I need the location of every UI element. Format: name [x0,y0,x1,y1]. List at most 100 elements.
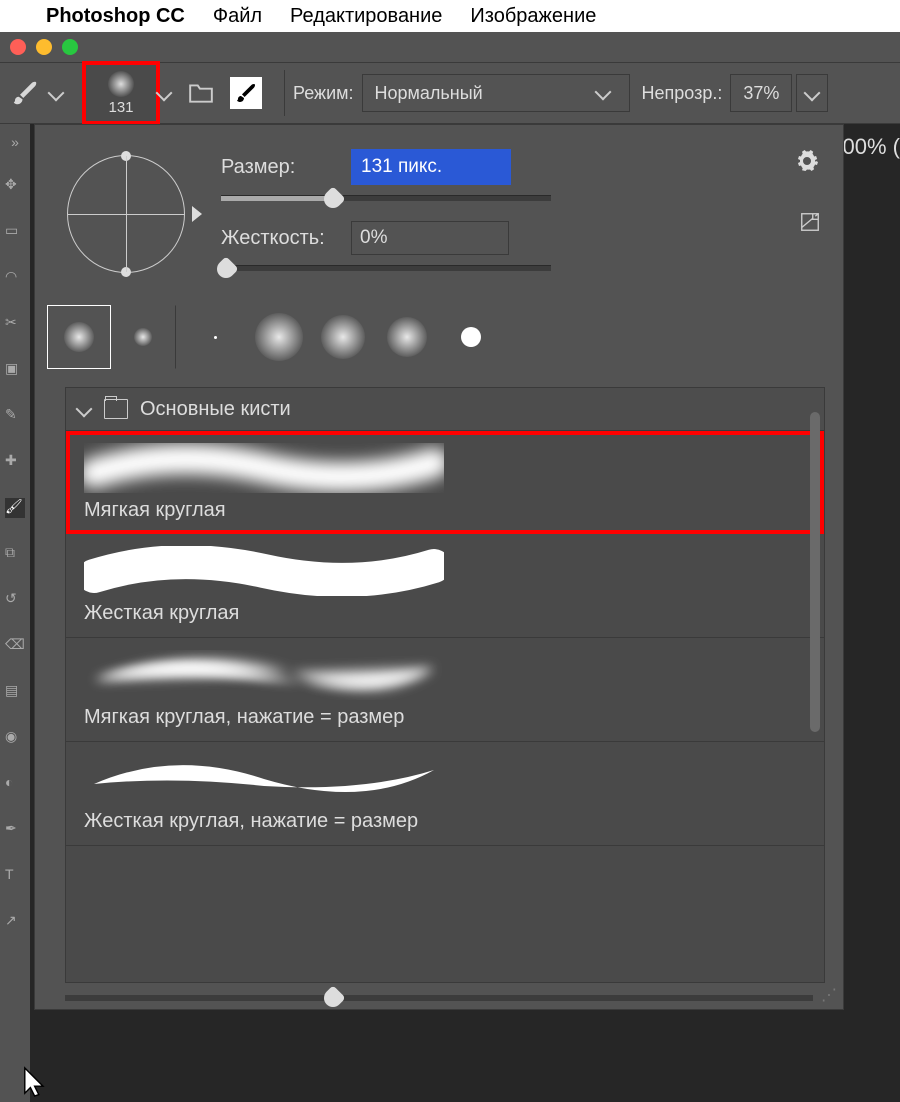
preset-label: Мягкая круглая, нажатие = размер [84,706,806,729]
toolbar-separator [284,70,285,116]
brush-tip-5[interactable] [311,305,375,369]
new-brush-button[interactable] [799,211,821,233]
opacity-dropdown[interactable] [796,74,828,112]
gear-icon [795,149,819,173]
tool-dropdown-chevron-icon[interactable] [48,85,65,102]
brush-size-label: 131 [108,99,133,116]
hardness-input[interactable]: 0% [351,221,509,255]
chevron-down-icon [804,85,821,102]
close-window-button[interactable] [10,39,26,55]
brush-tip-6[interactable] [375,305,439,369]
preset-hard-round[interactable]: Жесткая круглая [66,534,824,638]
workspace: » ✥ ▭ ◠ ✂ ▣ ✎ ✚ 🖌 ⧉ ↺ ⌫ ▤ ◉ ◐ ✒ T ↗ 00% … [0,124,900,1102]
tool-dodge[interactable]: ◐ [5,774,25,794]
brush-folder-button[interactable] [188,82,214,104]
preset-soft-pressure[interactable]: Мягкая круглая, нажатие = размер [66,638,824,742]
tool-stamp[interactable]: ⧉ [5,544,25,564]
preset-stroke-preview [84,650,806,700]
options-toolbar: 131 Режим: Нормальный Непрозр.: 37% [0,62,900,124]
tool-crop[interactable]: ✂ [5,314,25,334]
preset-scale-slider[interactable] [65,987,813,1009]
brush-panel-toggle-button[interactable] [230,77,262,109]
brush-tool-icon [10,78,40,108]
zoom-window-button[interactable] [62,39,78,55]
menu-image[interactable]: Изображение [470,5,596,28]
size-slider[interactable] [221,195,551,201]
brush-preview-icon [108,71,134,97]
opacity-input[interactable]: 37% [730,74,792,112]
tool-brush-selected[interactable]: 🖌 [5,498,25,518]
tool-path[interactable]: ↗ [5,912,25,932]
tool-gradient[interactable]: ▤ [5,682,25,702]
current-tool-brush[interactable] [10,78,72,108]
size-label: Размер: [221,156,351,179]
panel-resize-grip-icon[interactable]: ⋰ [821,985,837,1005]
hardness-label: Жесткость: [221,227,351,250]
preset-stroke-preview [84,546,806,596]
tool-marquee[interactable]: ▭ [5,222,25,242]
preset-stroke-preview [84,443,806,493]
preset-label: Жесткая круглая, нажатие = размер [84,810,806,833]
tool-pen[interactable]: ✒ [5,820,25,840]
macos-menubar: Photoshop CC Файл Редактирование Изображ… [0,0,900,32]
brush-tip-7[interactable] [439,305,503,369]
blend-mode-select[interactable]: Нормальный [362,74,630,112]
minimize-window-button[interactable] [36,39,52,55]
tool-eraser[interactable]: ⌫ [5,636,25,656]
preset-label: Мягкая круглая [84,499,806,522]
document-zoom-label: 00% ( [843,134,900,160]
folder-label: Основные кисти [140,398,291,421]
chevron-down-icon [594,84,611,101]
brush-tip-1[interactable] [47,305,111,369]
angle-arrow-icon[interactable] [192,206,202,222]
preset-soft-round[interactable]: Мягкая круглая [66,431,824,534]
tool-history-brush[interactable]: ↺ [5,590,25,610]
folder-expand-chevron-icon [76,401,93,418]
brush-preset-panel: Размер: 131 пикс. Жесткость: 0% [34,124,844,1010]
opacity-value: 37% [743,83,779,104]
slider-thumb[interactable] [213,256,238,281]
menu-file[interactable]: Файл [213,5,262,28]
tool-lasso[interactable]: ◠ [5,268,25,288]
hardness-slider[interactable] [221,265,551,271]
slider-thumb[interactable] [321,985,346,1010]
blend-mode-value: Нормальный [375,83,483,104]
opacity-label: Непрозр.: [642,83,723,104]
brush-tip-separator [175,305,183,369]
menu-edit[interactable]: Редактирование [290,5,442,28]
tool-healing[interactable]: ✚ [5,452,25,472]
brush-tip-3[interactable] [183,305,247,369]
folder-icon [104,399,128,419]
new-document-icon [799,211,821,233]
blend-mode-label: Режим: [293,83,354,104]
tool-blur[interactable]: ◉ [5,728,25,748]
brush-tip-2[interactable] [111,305,175,369]
size-input[interactable]: 131 пикс. [351,149,511,185]
slider-thumb[interactable] [320,186,345,211]
panel-menu-button[interactable] [795,149,819,173]
angle-bottom-handle[interactable] [121,267,131,277]
preset-stroke-preview [84,754,806,804]
brush-preset-list: Основные кисти Мягкая круглая Жесткая кр… [65,387,825,983]
app-name[interactable]: Photoshop CC [46,5,185,28]
tool-move[interactable]: ✥ [5,176,25,196]
brush-panel-icon [234,81,258,105]
preset-label: Жесткая круглая [84,602,806,625]
preset-list-scrollbar[interactable] [810,412,820,732]
window-header [0,32,900,62]
tool-frame[interactable]: ▣ [5,360,25,380]
brush-tip-row [35,305,843,369]
angle-top-handle[interactable] [121,151,131,161]
brush-preset-button[interactable]: 131 [82,61,160,125]
tool-eyedropper[interactable]: ✎ [5,406,25,426]
tool-type[interactable]: T [5,866,25,886]
brush-tip-4[interactable] [247,305,311,369]
cursor-arrow-icon [22,1065,50,1102]
preset-hard-pressure[interactable]: Жесткая круглая, нажатие = размер [66,742,824,846]
traffic-lights [10,39,78,55]
preset-folder-row[interactable]: Основные кисти [66,388,824,431]
expand-toolbar-icon[interactable]: » [11,134,19,150]
tools-toolbar: » ✥ ▭ ◠ ✂ ▣ ✎ ✚ 🖌 ⧉ ↺ ⌫ ▤ ◉ ◐ ✒ T ↗ [0,124,31,1102]
brush-angle-control[interactable] [61,149,191,279]
folder-icon [188,82,214,104]
